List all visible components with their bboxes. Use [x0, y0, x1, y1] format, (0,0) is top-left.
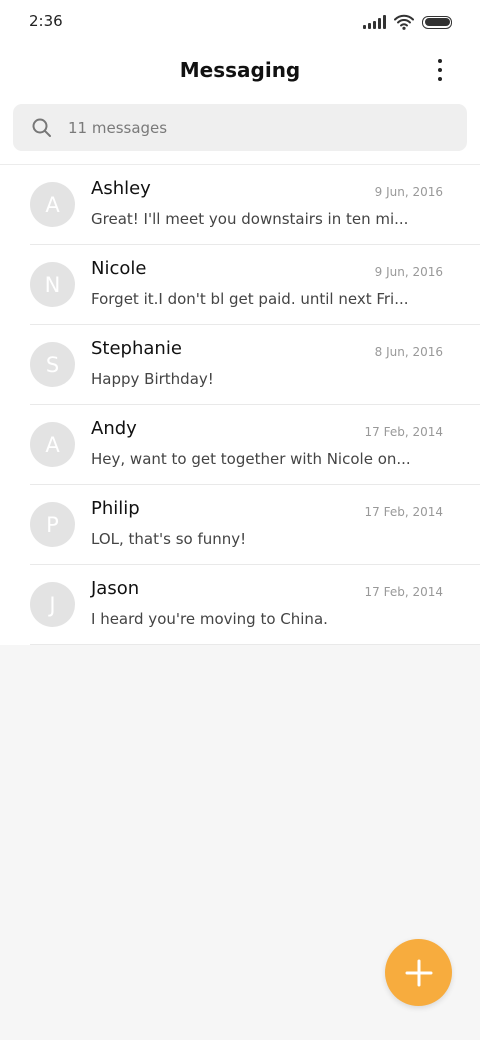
search-input[interactable] — [68, 104, 448, 151]
contact-name: Stephanie — [91, 338, 182, 359]
signal-icon — [363, 15, 386, 29]
message-date: 8 Jun, 2016 — [374, 345, 443, 359]
message-row[interactable]: P Philip 17 Feb, 2014 LOL, that's so fun… — [0, 485, 480, 565]
message-preview: LOL, that's so funny! — [91, 530, 247, 548]
message-row[interactable]: A Andy 17 Feb, 2014 Hey, want to get tog… — [0, 405, 480, 485]
contact-name: Nicole — [91, 258, 147, 279]
plus-icon — [405, 959, 432, 986]
new-message-button[interactable] — [385, 939, 452, 1006]
message-date: 9 Jun, 2016 — [374, 185, 443, 199]
status-time: 2:36 — [29, 12, 63, 30]
contact-name: Andy — [91, 418, 137, 439]
search-icon — [32, 118, 51, 137]
wifi-icon — [394, 14, 414, 30]
status-bar: 2:36 — [0, 0, 480, 44]
more-options-button[interactable] — [428, 56, 452, 84]
message-date: 17 Feb, 2014 — [364, 425, 444, 439]
message-list: A Ashley 9 Jun, 2016 Great! I'll meet yo… — [0, 165, 480, 645]
message-preview: Great! I'll meet you downstairs in ten m… — [91, 210, 409, 228]
avatar: S — [30, 342, 75, 387]
status-icons — [363, 12, 452, 32]
avatar: P — [30, 502, 75, 547]
contact-name: Ashley — [91, 178, 151, 199]
message-row[interactable]: N Nicole 9 Jun, 2016 Forget it.I don't b… — [0, 245, 480, 325]
message-date: 17 Feb, 2014 — [364, 585, 444, 599]
more-vertical-icon — [438, 59, 442, 63]
page-title: Messaging — [179, 58, 301, 82]
contact-name: Philip — [91, 498, 140, 519]
message-row[interactable]: J Jason 17 Feb, 2014 I heard you're movi… — [0, 565, 480, 645]
message-preview: I heard you're moving to China. — [91, 610, 328, 628]
message-preview: Forget it.I don't bl get paid. until nex… — [91, 290, 409, 308]
app-header: Messaging — [0, 44, 480, 96]
message-row[interactable]: S Stephanie 8 Jun, 2016 Happy Birthday! — [0, 325, 480, 405]
message-preview: Hey, want to get together with Nicole on… — [91, 450, 411, 468]
message-row[interactable]: A Ashley 9 Jun, 2016 Great! I'll meet yo… — [0, 165, 480, 245]
avatar: J — [30, 582, 75, 627]
battery-icon — [422, 15, 452, 29]
avatar: A — [30, 422, 75, 467]
avatar: A — [30, 182, 75, 227]
avatar: N — [30, 262, 75, 307]
message-date: 9 Jun, 2016 — [374, 265, 443, 279]
contact-name: Jason — [91, 578, 140, 599]
search-bar[interactable] — [13, 104, 467, 151]
message-date: 17 Feb, 2014 — [364, 505, 444, 519]
message-preview: Happy Birthday! — [91, 370, 214, 388]
